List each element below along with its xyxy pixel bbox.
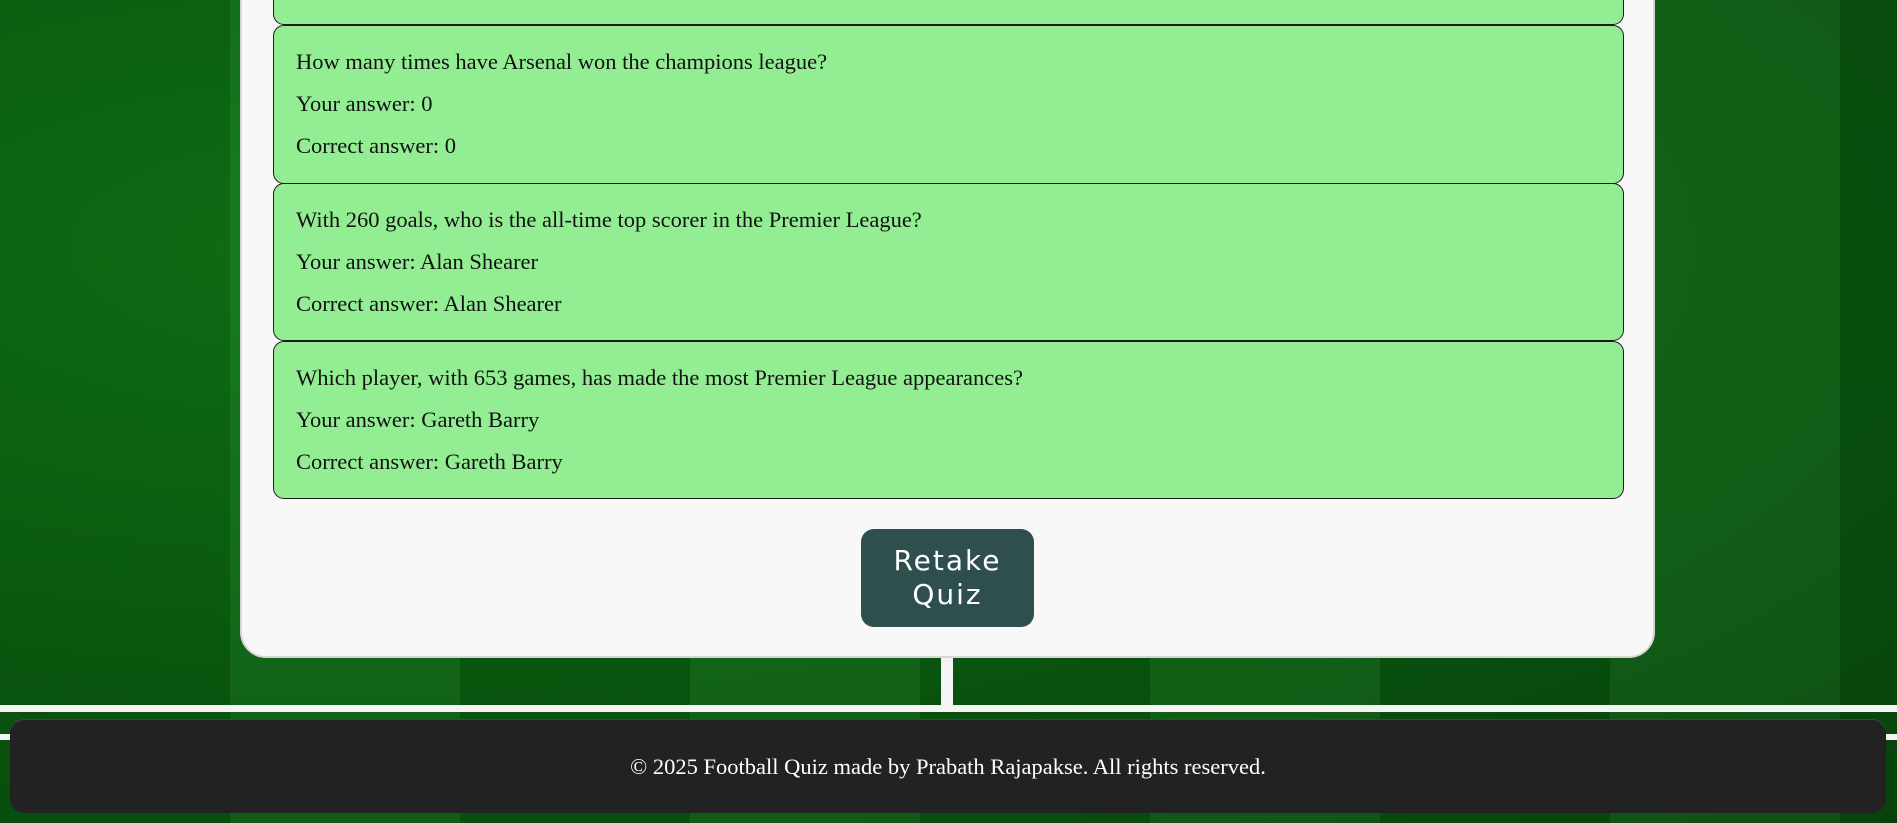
your-answer: Your answer: 0 [296,91,433,116]
question-text: With 260 goals, who is the all-time top … [296,207,922,232]
result-item [273,0,1624,25]
question-text: How many times have Arsenal won the cham… [296,49,828,74]
result-item: How many times have Arsenal won the cham… [273,25,1624,184]
correct-answer: Correct answer: Gareth Barry [296,449,563,474]
result-item: With 260 goals, who is the all-time top … [273,183,1624,341]
correct-answer: Correct answer: Alan Shearer [296,291,562,316]
footer: © 2025 Football Quiz made by Prabath Raj… [10,720,1886,813]
retake-quiz-label: Retake Quiz [893,544,1002,611]
pitch-center-line [941,655,953,711]
correct-answer: Correct answer: 0 [296,133,456,158]
result-item: Which player, with 653 games, has made t… [273,341,1624,499]
footer-copyright: © 2025 Football Quiz made by Prabath Raj… [630,753,1266,779]
your-answer: Your answer: Gareth Barry [296,407,540,432]
question-text: Which player, with 653 games, has made t… [296,365,1023,390]
retake-quiz-button[interactable]: Retake Quiz [861,529,1034,627]
your-answer: Your answer: Alan Shearer [296,249,539,274]
